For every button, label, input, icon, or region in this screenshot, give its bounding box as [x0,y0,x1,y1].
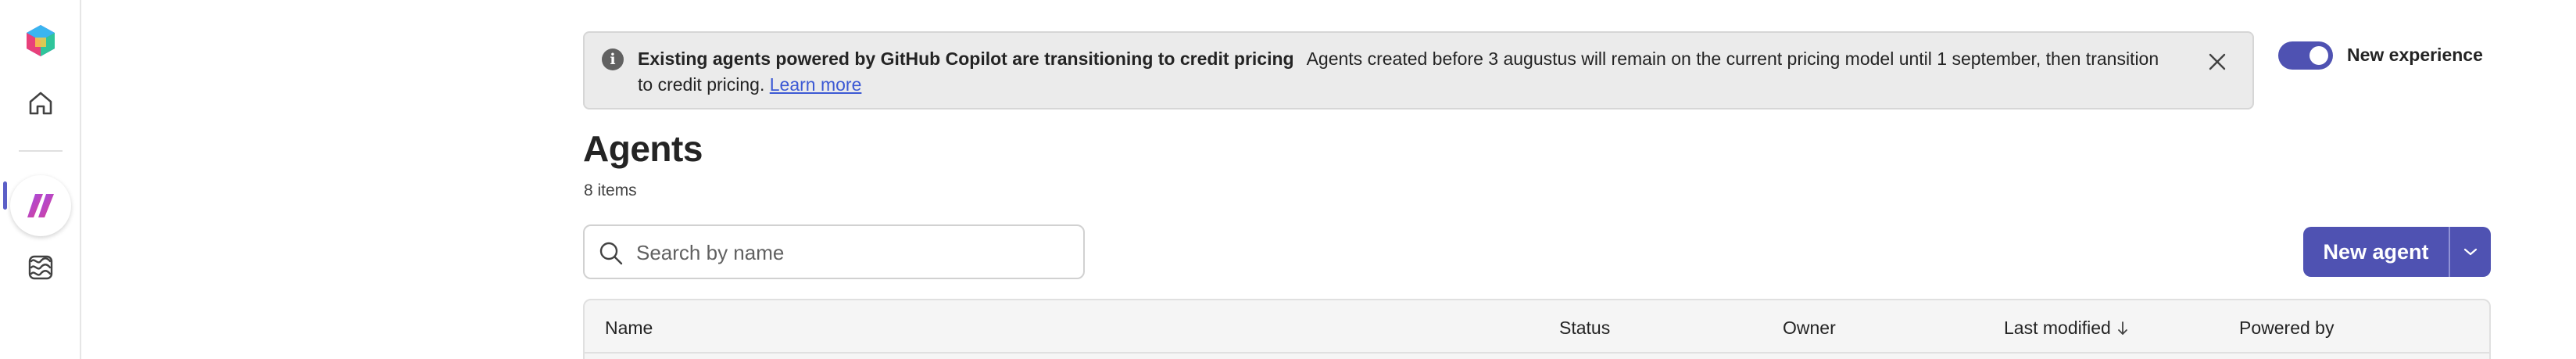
new-experience-toggle[interactable] [2278,41,2333,70]
column-header-status[interactable]: Status [1559,318,1610,339]
copilot-studio-logo-icon[interactable] [17,17,64,64]
column-header-name[interactable]: Name [605,318,653,339]
info-icon: i [602,48,624,70]
new-experience-label: New experience [2347,45,2483,65]
page-title: Agents [583,128,703,169]
agents-table: Name Status Owner Last modified Powered … [583,299,2491,359]
home-icon[interactable] [17,80,64,127]
banner-message: Existing agents powered by GitHub Copilo… [638,46,2170,98]
column-header-owner[interactable]: Owner [1783,318,1836,339]
close-icon[interactable] [2206,50,2229,74]
column-header-powered-by[interactable]: Powered by [2239,318,2334,339]
column-label: Status [1559,318,1611,338]
flows-icon[interactable] [17,244,64,291]
search-input[interactable] [636,237,1074,268]
banner-title: Existing agents powered by GitHub Copilo… [638,48,1294,69]
search-icon [599,241,624,270]
search-box[interactable] [583,224,1085,279]
learn-more-link[interactable]: Learn more [770,74,862,95]
column-label: Last modified [2004,318,2111,338]
column-label: Name [605,318,653,338]
arrow-down-icon [2117,321,2128,336]
chevron-down-icon[interactable] [2450,227,2491,277]
new-agent-split-button: New agent [2303,227,2491,277]
pricing-notice-banner: i Existing agents powered by GitHub Copi… [583,31,2254,109]
toggle-knob [2309,46,2328,65]
column-label: Owner [1783,318,1836,338]
rail-divider [19,150,63,152]
table-header-divider [585,352,2489,354]
left-rail [0,0,81,359]
new-agent-button[interactable]: New agent [2303,227,2450,277]
column-label: Powered by [2239,318,2334,338]
column-header-last-modified[interactable]: Last modified [2004,318,2128,339]
agents-icon[interactable] [10,175,71,236]
item-count: 8 items [584,181,637,199]
active-indicator [3,181,7,210]
